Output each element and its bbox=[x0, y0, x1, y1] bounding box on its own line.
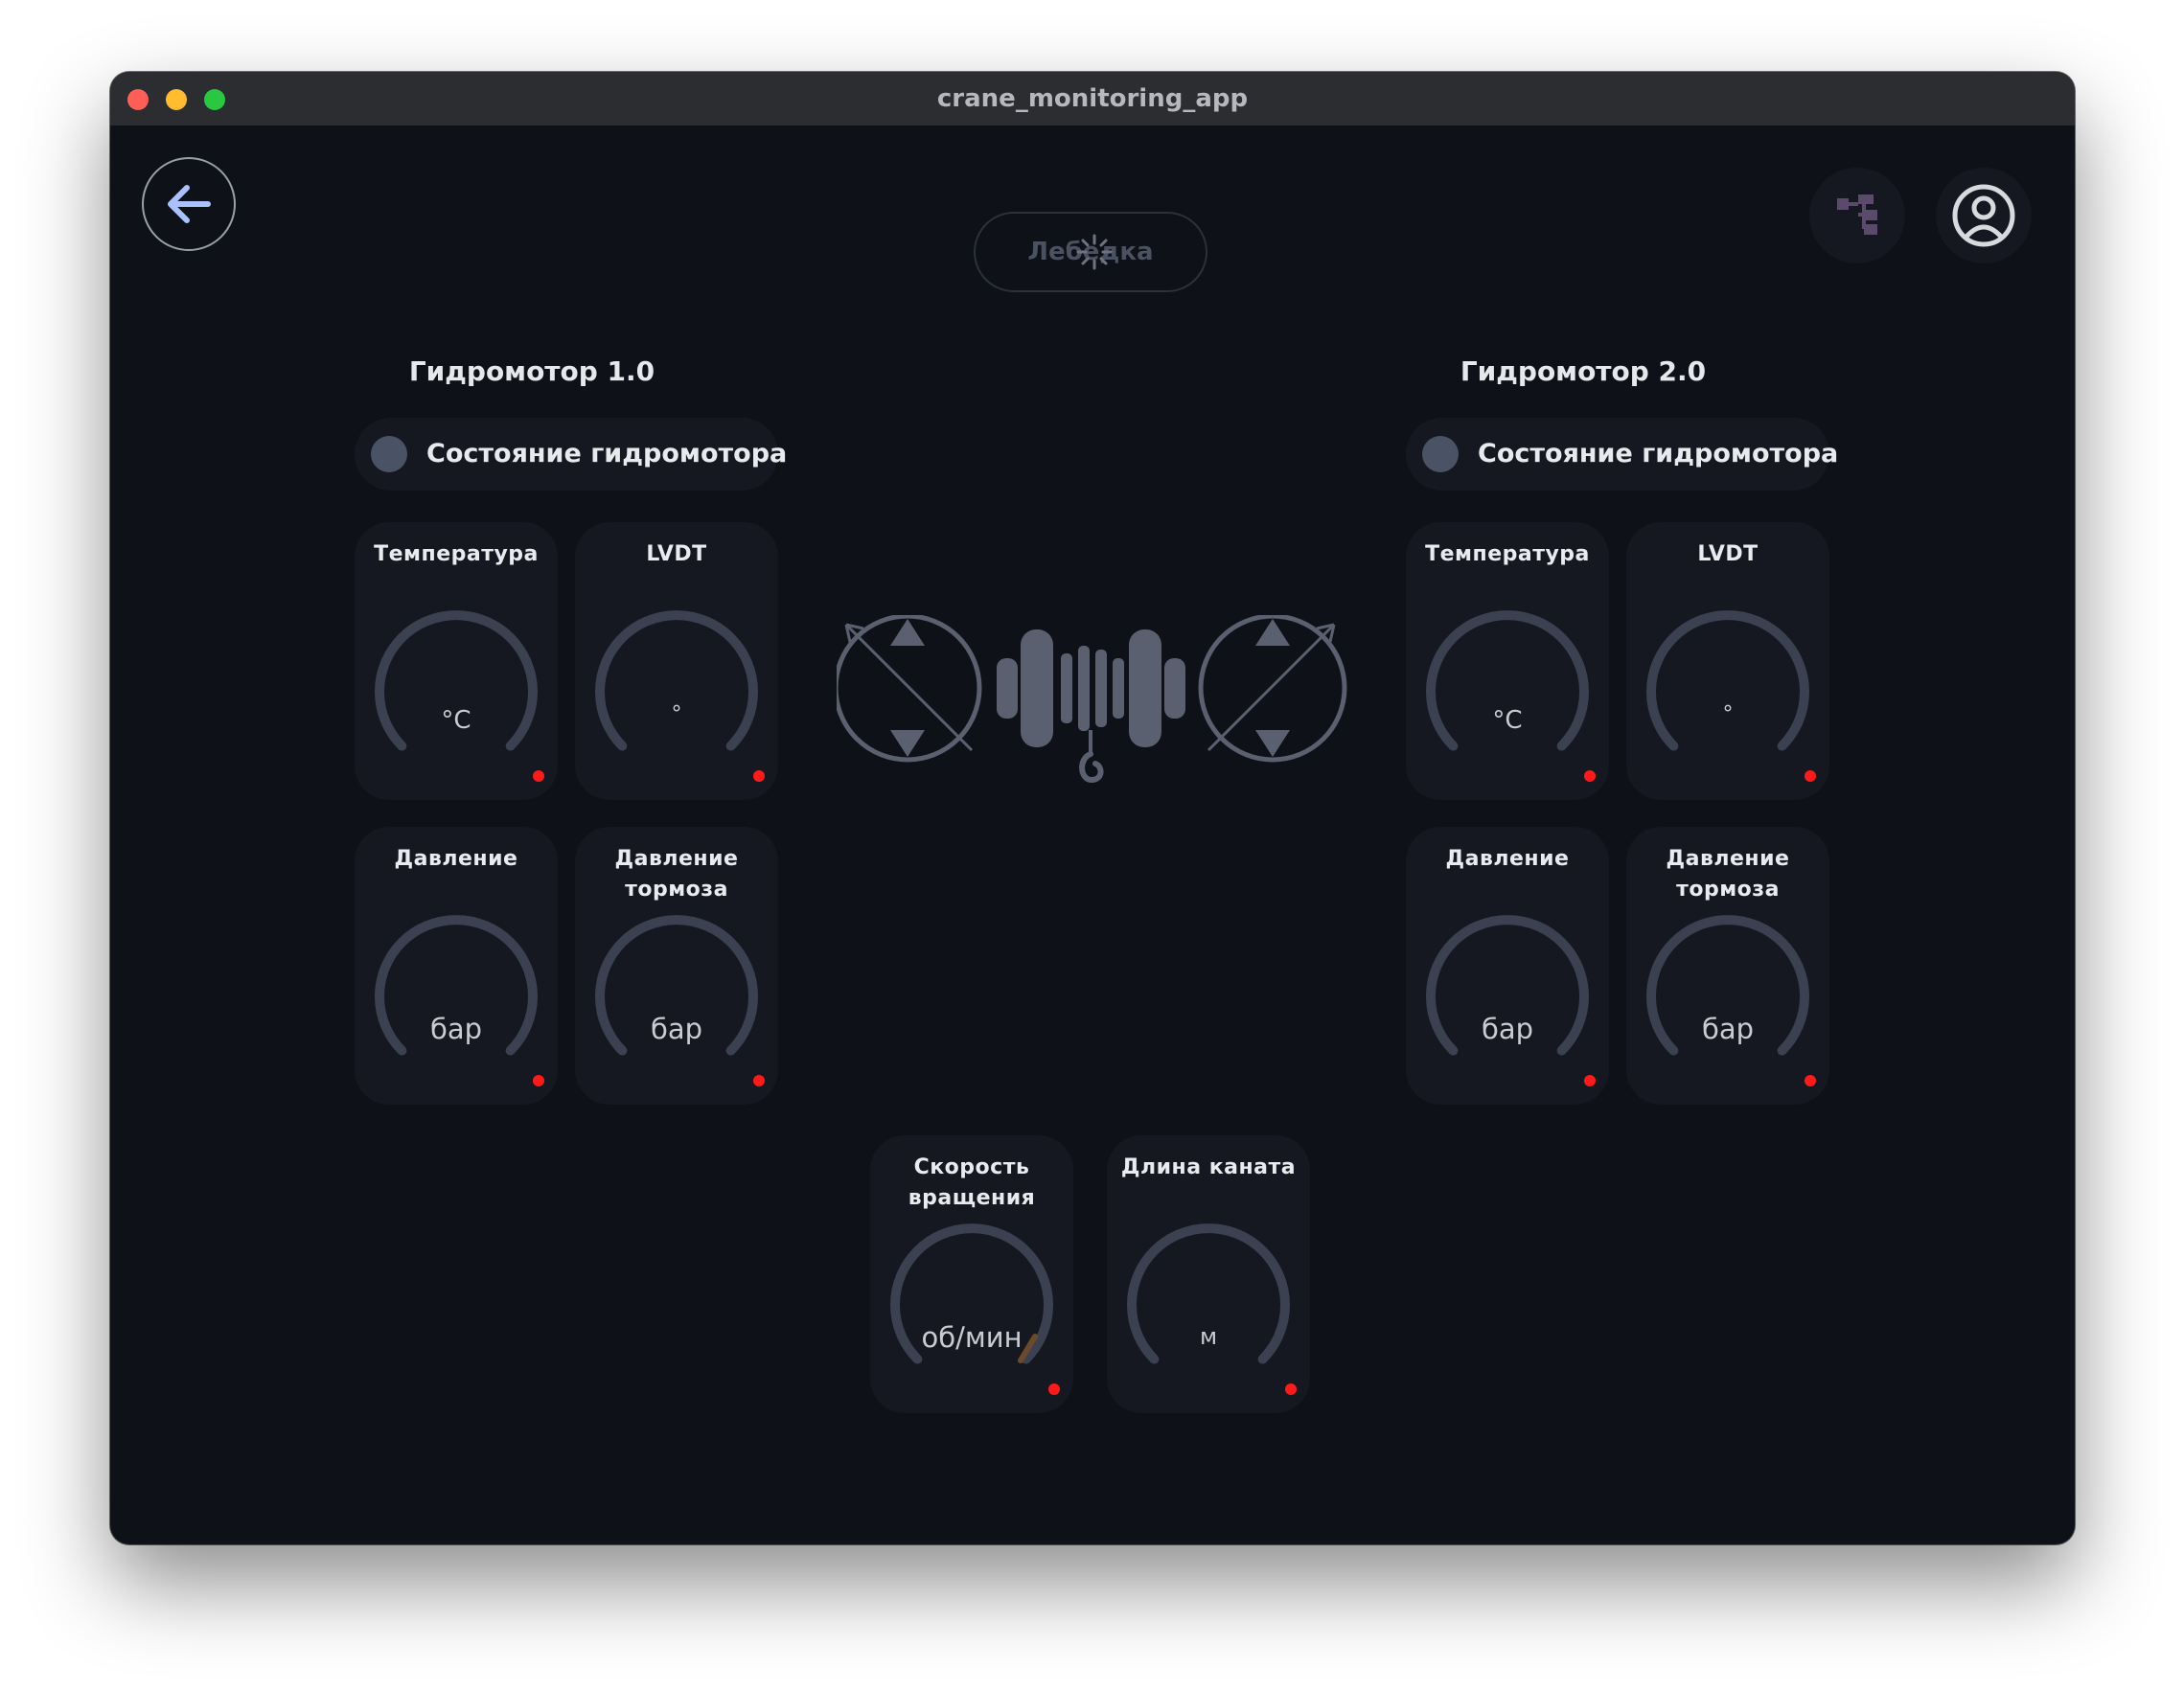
hydraulic-motor-2-symbol bbox=[1198, 615, 1347, 763]
gauge-unit: бар bbox=[1701, 1013, 1755, 1045]
gauge-dial bbox=[1646, 915, 1809, 1056]
gauge-unit: ° bbox=[671, 702, 682, 726]
gauge-card-lvdt: LVDT ° bbox=[1626, 522, 1829, 800]
gauge-card-brake-pressure: Давление тормоза бар bbox=[1626, 827, 1829, 1105]
gauge-dial bbox=[890, 1223, 1053, 1364]
gauge-dial bbox=[1127, 1223, 1290, 1364]
gauge-label: Скорость вращения bbox=[908, 1155, 1036, 1210]
gauge-dial bbox=[1426, 610, 1589, 751]
gauge-dial bbox=[1646, 610, 1809, 751]
arrow-left-icon bbox=[168, 185, 211, 223]
tab-winch[interactable]: Лебедка bbox=[974, 212, 1207, 292]
gauge-label: Температура bbox=[374, 542, 539, 566]
hydraulic-motor-1-symbol bbox=[837, 615, 982, 763]
account-circle-icon bbox=[1952, 184, 2015, 247]
back-button[interactable] bbox=[142, 157, 236, 251]
gauge-card-lvdt: LVDT ° bbox=[575, 522, 778, 800]
gauge-card-rotation-speed: Скорость вращения об/мин bbox=[870, 1135, 1073, 1413]
gauge-unit: °C bbox=[1492, 706, 1523, 735]
alarm-led bbox=[1285, 1383, 1297, 1395]
gauge-dial bbox=[375, 610, 538, 751]
hierarchy-icon bbox=[1837, 194, 1877, 235]
gauge-unit: об/мин bbox=[921, 1321, 1023, 1354]
gauge-card-pressure: Давление бар bbox=[355, 827, 558, 1105]
gauge-card-brake-pressure: Давление тормоза бар bbox=[575, 827, 778, 1105]
gauge-unit: бар bbox=[1481, 1013, 1534, 1045]
gauge-unit: бар bbox=[650, 1013, 703, 1045]
alarm-led bbox=[1048, 1383, 1060, 1395]
alarm-led bbox=[753, 1075, 765, 1086]
motor-1-title: Гидромотор 1.0 bbox=[408, 355, 655, 387]
alarm-led bbox=[1584, 1075, 1596, 1086]
motor-2-status-indicator bbox=[1422, 436, 1459, 472]
gauge-label: Давление bbox=[394, 847, 518, 871]
gauge-label: LVDT bbox=[1697, 542, 1759, 566]
gauge-label: Длина каната bbox=[1120, 1155, 1297, 1179]
gauge-card-pressure: Давление бар bbox=[1406, 827, 1609, 1105]
motor-2-title: Гидромотор 2.0 bbox=[1460, 355, 1707, 387]
app-window: crane_monitoring_app Лебедка Гидромотор … bbox=[110, 72, 2075, 1544]
winch-drum-icon bbox=[997, 629, 1185, 784]
account-button[interactable] bbox=[1936, 168, 2032, 263]
gauge-label: LVDT bbox=[646, 542, 707, 566]
gauge-label: Давление тормоза bbox=[1666, 847, 1790, 902]
gauge-card-temperature: Температура °C bbox=[355, 522, 558, 800]
title-bar: crane_monitoring_app bbox=[110, 72, 2075, 126]
gauge-unit: м bbox=[1199, 1323, 1218, 1350]
gauge-dial bbox=[595, 915, 758, 1056]
gauge-card-temperature: Температура °C bbox=[1406, 522, 1609, 800]
gauge-label: Давление тормоза bbox=[614, 847, 739, 902]
loading-spinner-icon bbox=[1076, 234, 1113, 270]
alarm-led bbox=[753, 770, 765, 782]
motor-1-status-label: Состояние гидромотора bbox=[426, 439, 788, 468]
motor-1-status-indicator bbox=[371, 436, 407, 472]
alarm-led bbox=[1584, 770, 1596, 782]
window-title: crane_monitoring_app bbox=[936, 84, 1249, 113]
gauge-card-rope-length: Длина каната м bbox=[1107, 1135, 1310, 1413]
hierarchy-button[interactable] bbox=[1809, 168, 1905, 263]
alarm-led bbox=[533, 1075, 544, 1086]
motor-2-status: Состояние гидромотора bbox=[1406, 418, 1838, 491]
alarm-led bbox=[1805, 1075, 1816, 1086]
gauge-dial bbox=[375, 915, 538, 1056]
gauge-label: Давление bbox=[1445, 847, 1570, 871]
motor-2-status-label: Состояние гидромотора bbox=[1478, 439, 1839, 468]
gauge-unit: °C bbox=[441, 706, 471, 735]
winch-schematic bbox=[837, 615, 1347, 784]
gauge-dial bbox=[595, 610, 758, 751]
gauge-unit: ° bbox=[1722, 702, 1734, 726]
gauge-label: Температура bbox=[1425, 542, 1590, 566]
gauge-unit: бар bbox=[429, 1013, 483, 1045]
alarm-led bbox=[533, 770, 544, 782]
motor-1-status: Состояние гидромотора bbox=[355, 418, 787, 491]
alarm-led bbox=[1805, 770, 1816, 782]
gauge-dial bbox=[1426, 915, 1589, 1056]
